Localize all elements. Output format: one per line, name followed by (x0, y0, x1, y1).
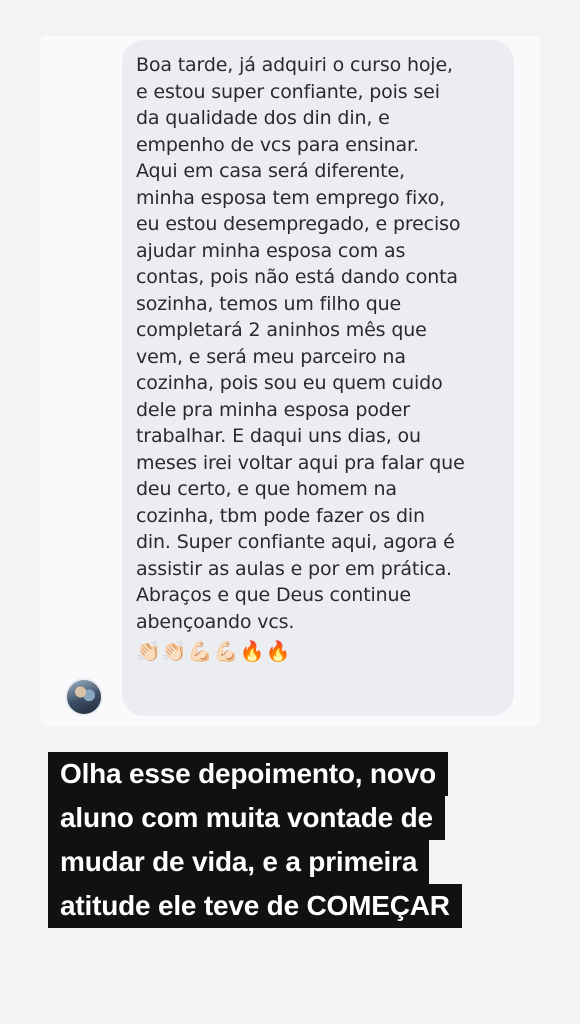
caption-line-3: mudar de vida, e a primeira (48, 840, 430, 884)
caption-line-4: atitude ele teve de COMEÇAR (48, 884, 462, 928)
sender-avatar[interactable] (65, 678, 103, 716)
message-emojis: 👏🏻👏🏻💪🏻💪🏻🔥🔥 (136, 641, 292, 663)
message-bubble: Boa tarde, já adquiri o curso hoje, e es… (122, 40, 514, 716)
story-caption: Olha esse depoimento, novo aluno com mui… (48, 752, 548, 928)
caption-line-1: Olha esse depoimento, novo (48, 752, 448, 796)
caption-line-2: aluno com muita vontade de (48, 796, 445, 840)
message-text: Boa tarde, já adquiri o curso hoje, e es… (136, 54, 465, 633)
